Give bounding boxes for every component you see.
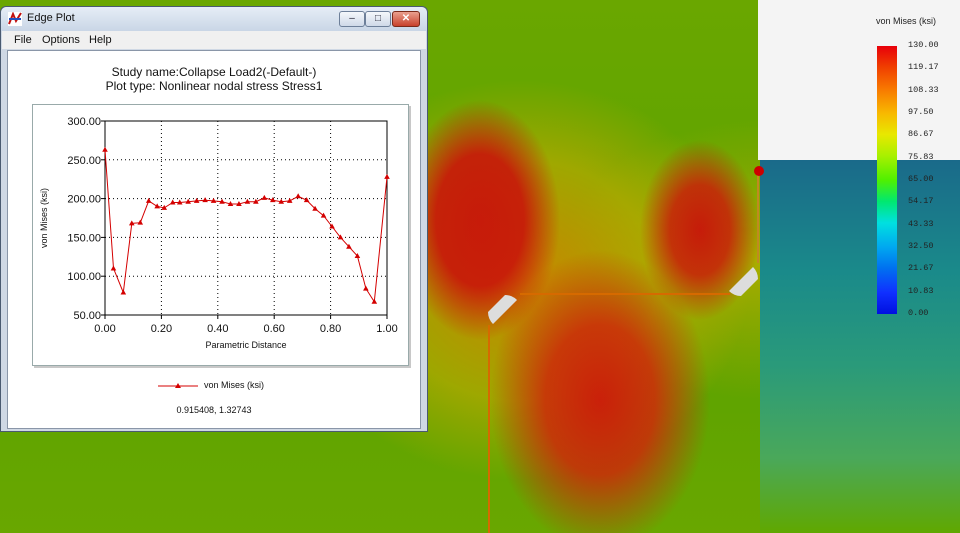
legend-value: 97.50 — [908, 107, 934, 117]
data-point — [102, 146, 108, 152]
data-point — [384, 173, 390, 179]
line-chart[interactable]: 0.00 0.20 0.40 0.60 0.80 1.00 50.00 100.00 150.0… — [33, 105, 408, 365]
chart-frame[interactable]: 0.00 0.20 0.40 0.60 0.80 1.00 50.00 100.00 150.0… — [32, 104, 409, 366]
data-point — [169, 199, 176, 205]
x-tick-label: 0.60 — [263, 323, 284, 335]
x-tick-label: 0.20 — [151, 323, 172, 335]
legend-value: 54.17 — [908, 196, 934, 207]
stress-hotspot-marker — [754, 166, 764, 176]
plot-client-area: Study name:Collapse Load2(-Default-) Plo… — [7, 50, 421, 429]
data-point — [202, 197, 208, 203]
chart-title-plot-type: Plot type: Nonlinear nodal stress Stress… — [105, 79, 323, 93]
y-tick-label: 300.00 — [67, 116, 101, 128]
minimize-icon: – — [349, 13, 355, 24]
edge-plot-window[interactable]: Edge Plot – □ ✕ File Options Help Study … — [0, 6, 428, 432]
minimize-button[interactable]: – — [339, 11, 365, 27]
legend-value: 32.50 — [908, 241, 934, 251]
menu-options[interactable]: Options — [42, 34, 80, 46]
maximize-icon: □ — [374, 13, 382, 24]
x-axis-label: Parametric Distance — [205, 340, 286, 350]
x-tick-label: 0.80 — [320, 323, 341, 335]
legend-value: 0.00 — [908, 308, 929, 318]
window-titlebar[interactable]: Edge Plot – □ ✕ — [1, 7, 427, 31]
maximize-button[interactable]: □ — [365, 11, 391, 27]
legend-value: 86.67 — [908, 129, 934, 140]
legend-value: 108.33 — [908, 84, 939, 95]
legend-value: 119.17 — [908, 62, 939, 73]
legend-value: 21.67 — [908, 263, 934, 274]
data-point — [137, 219, 144, 225]
stress-legend: von Mises (ksi) 130.00 119.17 108.33 97.50 8… — [868, 10, 960, 320]
data-point — [120, 289, 127, 295]
window-title: Edge Plot — [27, 12, 75, 24]
menu-file[interactable]: File — [14, 34, 32, 46]
y-tick-label: 150.00 — [67, 232, 101, 244]
data-point — [261, 194, 268, 200]
x-tick-label: 0.40 — [207, 323, 228, 335]
app-icon — [8, 12, 22, 26]
series-legend-swatch — [158, 383, 198, 388]
fillet-cutout-left — [488, 295, 522, 329]
data-point — [145, 197, 152, 203]
close-icon: ✕ — [401, 13, 411, 24]
plot-area-border — [104, 120, 388, 316]
x-tick-label: 1.00 — [376, 323, 397, 335]
data-point — [363, 285, 369, 291]
data-point — [110, 265, 117, 271]
series-legend-label: von Mises (ksi) — [204, 380, 265, 390]
data-point — [286, 197, 293, 203]
legend-value: 43.33 — [908, 218, 934, 229]
y-axis-label: von Mises (ksi) — [39, 188, 49, 248]
close-button[interactable]: ✕ — [392, 11, 420, 27]
chart-title-study: Study name:Collapse Load2(-Default-) — [111, 65, 317, 79]
legend-value: 65.00 — [908, 174, 934, 184]
model-edge-step — [757, 168, 759, 263]
legend-value: 10.83 — [908, 285, 934, 296]
model-edge-horizontal — [520, 293, 730, 295]
legend-value: 75.83 — [908, 151, 934, 162]
menu-bar: File Options Help — [2, 31, 426, 49]
data-point — [154, 203, 160, 209]
legend-colorbar — [877, 46, 897, 314]
y-tick-label: 250.00 — [67, 155, 101, 167]
y-tick-label: 50.00 — [73, 310, 101, 322]
menu-help[interactable]: Help — [89, 34, 112, 46]
data-point — [295, 193, 301, 199]
legend-title: von Mises (ksi) — [876, 16, 937, 26]
legend-value: 130.00 — [908, 40, 939, 50]
series-line — [104, 149, 388, 304]
model-edge-vertical — [488, 325, 490, 533]
cursor-coordinate-readout: 0.915408, 1.32743 — [176, 405, 252, 415]
x-tick-label: 0.00 — [94, 323, 115, 335]
y-tick-label: 200.00 — [67, 194, 101, 206]
y-tick-label: 100.00 — [67, 271, 101, 283]
